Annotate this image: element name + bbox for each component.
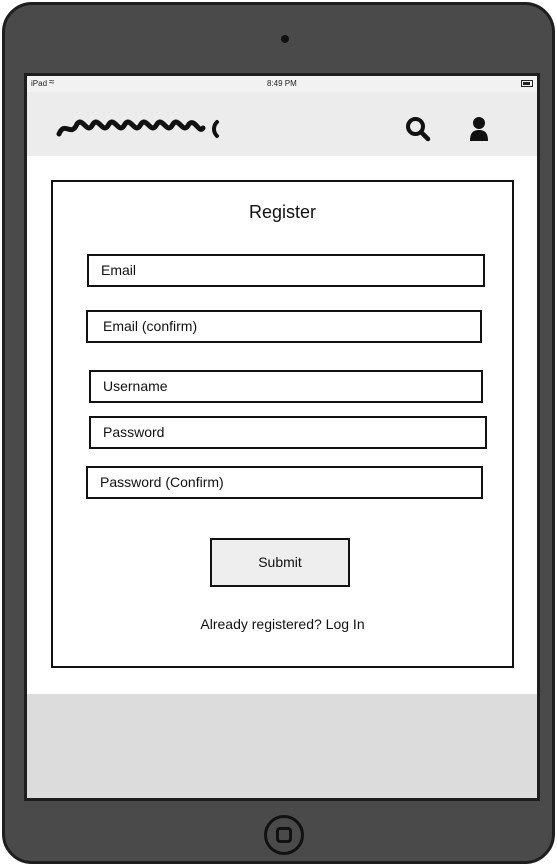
status-time: 8:49 PM [267,79,297,88]
status-bar: iPad ≈ 8:49 PM [27,76,537,92]
app-header [27,92,537,156]
tablet-frame: iPad ≈ 8:49 PM Register Email Email (con… [2,2,555,864]
password-confirm-field[interactable]: Password (Confirm) [86,466,483,499]
camera-dot [281,35,289,43]
login-link[interactable]: Already registered? Log In [53,616,512,632]
status-carrier: iPad [31,79,48,88]
footer-area [27,694,537,798]
home-button-icon [276,827,292,843]
username-field[interactable]: Username [89,370,483,403]
user-icon[interactable] [468,116,490,142]
scribble-logo-icon[interactable] [53,112,233,142]
register-title: Register [248,202,317,222]
battery-icon [521,80,533,87]
tablet-screen: iPad ≈ 8:49 PM Register Email Email (con… [24,73,540,801]
wifi-icon: ≈ [49,77,55,88]
submit-button[interactable]: Submit [210,538,350,587]
email-field[interactable]: Email [87,254,485,287]
search-icon[interactable] [405,116,431,142]
password-field[interactable]: Password [89,416,487,449]
register-card: Register Email Email (confirm) Username … [51,180,514,668]
home-button[interactable] [264,815,304,855]
email-confirm-field[interactable]: Email (confirm) [86,310,482,343]
